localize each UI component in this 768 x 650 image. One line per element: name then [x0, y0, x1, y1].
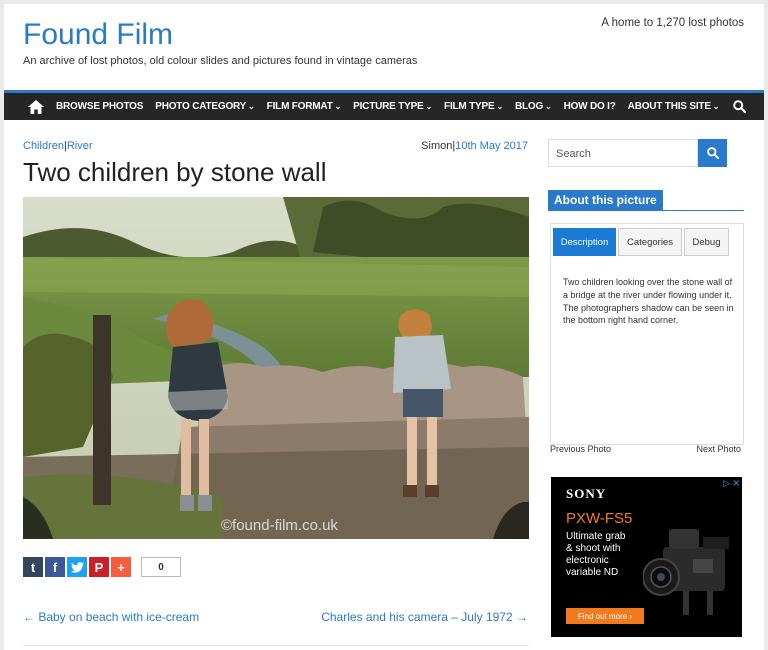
facebook-share-button[interactable]: f — [45, 557, 65, 577]
advertisement[interactable]: ▷ ✕ SONY PXW-FS5 Ultimate grab & shoot w… — [551, 477, 742, 637]
adchoices-icon[interactable]: ▷ ✕ — [723, 478, 740, 489]
nav-item-photo-category[interactable]: PHOTO CATEGORY ⌄ — [155, 101, 255, 112]
ad-copy-line: electronic — [566, 555, 609, 566]
camera-image — [643, 529, 729, 615]
next-photo-link[interactable]: Next Photo — [696, 444, 741, 454]
chevron-down-icon: ⌄ — [496, 102, 503, 111]
post-meta: Simon|10th May 2017 — [421, 140, 528, 152]
twitter-icon — [70, 561, 84, 573]
facebook-icon: f — [52, 559, 58, 575]
search-button[interactable] — [698, 139, 727, 167]
tab-description[interactable]: Description — [553, 228, 616, 256]
photo-illustration — [23, 197, 529, 539]
divider — [23, 645, 529, 646]
category-link-river[interactable]: River — [67, 140, 93, 152]
ad-copy-line: variable ND — [566, 567, 619, 578]
tabs-panel — [550, 223, 744, 445]
picture-description: Two children looking over the stone wall… — [563, 277, 734, 326]
chevron-down-icon: ⌄ — [712, 102, 720, 111]
ad-copy-line: & shoot with — [566, 543, 621, 554]
chevron-down-icon: ⌄ — [545, 102, 552, 111]
post-title: Two children by stone wall — [23, 157, 327, 187]
twitter-share-button[interactable] — [67, 557, 87, 577]
share-buttons: t f P + 0 — [23, 557, 181, 577]
share-count: 0 — [141, 557, 181, 577]
site-tagline: A home to 1,270 lost photos — [601, 17, 744, 29]
tab-categories[interactable]: Categories — [618, 228, 682, 256]
chevron-down-icon: ⌄ — [334, 102, 342, 111]
tumblr-share-button[interactable]: t — [23, 557, 43, 577]
more-share-button[interactable]: + — [111, 557, 131, 577]
tab-debug[interactable]: Debug — [684, 228, 729, 256]
ad-copy: Ultimate grab & shoot with electronic va… — [566, 531, 625, 579]
previous-post-link[interactable]: ← Baby on beach with ice-cream — [23, 610, 199, 624]
photo-watermark: ©found-film.co.uk — [221, 517, 338, 534]
home-icon[interactable] — [28, 99, 44, 114]
next-post-link[interactable]: Charles and his camera – July 1972 → — [321, 610, 528, 624]
previous-photo-link[interactable]: Previous Photo — [550, 444, 611, 454]
post-date[interactable]: 10th May 2017 — [455, 140, 528, 152]
nav-item-about-this-site[interactable]: ABOUT THIS SITE ⌄ — [628, 101, 720, 112]
search-input[interactable]: Search — [548, 139, 698, 167]
post-photo[interactable]: ©found-film.co.uk — [23, 197, 529, 539]
pinterest-icon: P — [94, 559, 104, 575]
widget-title: About this picture — [548, 190, 663, 211]
nav-item-film-format[interactable]: FILM FORMAT ⌄ — [267, 101, 342, 112]
category-link-children[interactable]: Children — [23, 140, 64, 152]
nav-item-picture-type[interactable]: PICTURE TYPE ⌄ — [353, 101, 432, 112]
ad-copy-line: Ultimate grab — [566, 531, 626, 542]
tumblr-icon: t — [30, 559, 36, 575]
nav-item-blog[interactable]: BLOG ⌄ — [515, 101, 552, 112]
nav-item-how-do-i[interactable]: HOW DO I? — [564, 101, 616, 112]
search-icon — [706, 147, 719, 159]
nav-item-browse-photos[interactable]: BROWSE PHOTOS — [56, 101, 143, 112]
plus-icon: + — [117, 559, 125, 575]
post-author[interactable]: Simon — [421, 140, 452, 152]
post-categories: Children|River — [23, 140, 93, 152]
ad-cta-button[interactable]: Find out more › — [566, 608, 644, 624]
ad-model: PXW-FS5 — [566, 510, 633, 527]
chevron-down-icon: ⌄ — [425, 102, 433, 111]
site-description: An archive of lost photos, old colour sl… — [23, 55, 418, 67]
nav-item-film-type[interactable]: FILM TYPE ⌄ — [444, 101, 503, 112]
main-nav: BROWSE PHOTOS PHOTO CATEGORY ⌄ FILM FORMA… — [4, 90, 764, 120]
page: Found Film An archive of lost photos, ol… — [4, 4, 764, 650]
chevron-down-icon: ⌄ — [248, 102, 255, 111]
search-icon[interactable] — [733, 100, 747, 113]
ad-brand: SONY — [566, 486, 607, 501]
pinterest-share-button[interactable]: P — [89, 557, 109, 577]
widget-title-rule — [548, 210, 744, 211]
site-title[interactable]: Found Film — [23, 18, 173, 52]
